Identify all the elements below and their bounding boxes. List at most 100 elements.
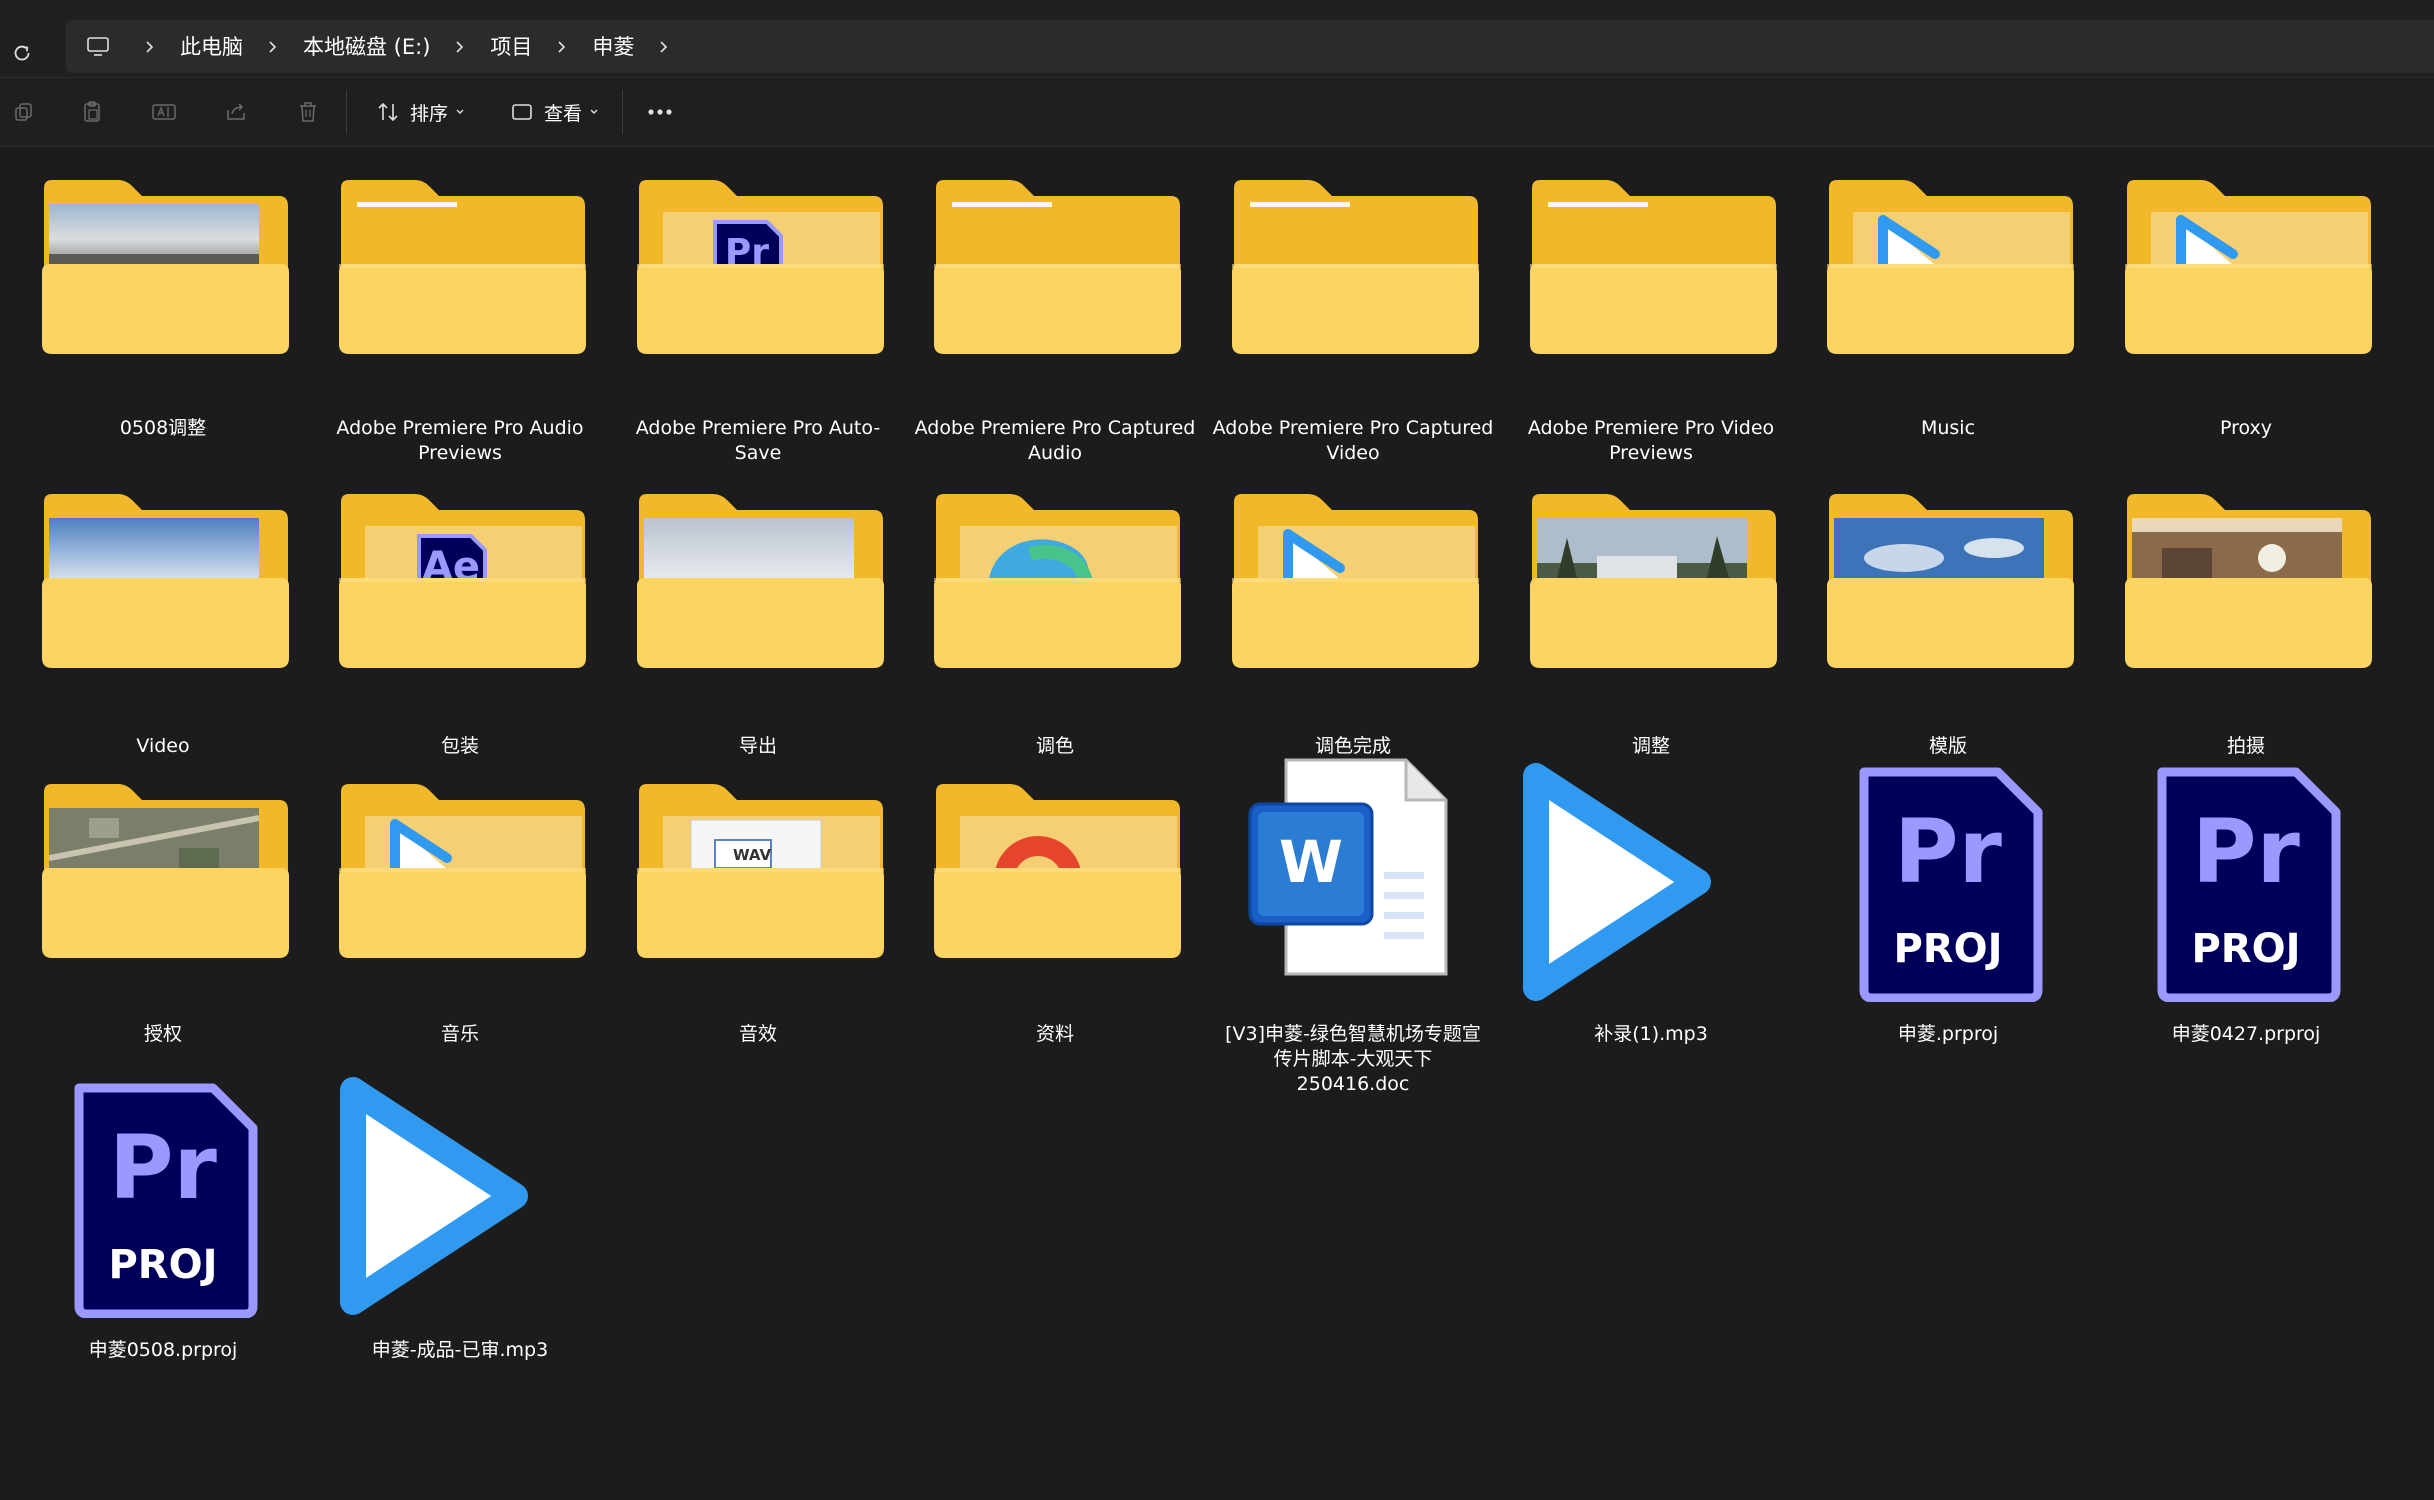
svg-text:Pr: Pr [109, 1116, 217, 1219]
item-label: 申菱0508.prproj [88, 1339, 238, 1361]
audio-play-icon [315, 1077, 605, 1315]
sort-icon [378, 102, 398, 122]
file-item[interactable]: 申菱-成品-已审.mp3 [315, 1077, 605, 1386]
item-label: Adobe Premiere Pro Audio Previews [336, 417, 584, 464]
folder-item[interactable]: WAV 音效 [613, 772, 903, 1072]
folder-icon [1506, 482, 1796, 682]
delete-icon[interactable] [288, 92, 328, 132]
svg-text:Pr: Pr [1894, 800, 2002, 903]
view-button[interactable]: 查看 [500, 92, 610, 132]
folder-item[interactable]: 拍摄 [2101, 482, 2391, 782]
item-label: 申菱.prproj [1897, 1023, 1999, 1045]
svg-text:WAV: WAV [733, 846, 771, 864]
share-icon[interactable] [216, 92, 256, 132]
folder-item[interactable]: 资料 [910, 772, 1200, 1072]
folder-item[interactable]: Adobe Premiere Pro Video Previews [1506, 168, 1796, 468]
item-label: 资料 [1035, 1023, 1074, 1045]
file-item[interactable]: Pr PROJ 申菱0427.prproj [2101, 767, 2391, 1072]
premiere-project-icon: Pr PROJ [1803, 767, 2093, 1003]
item-label: 导出 [738, 735, 777, 757]
rename-icon[interactable] [144, 92, 184, 132]
chevron-right-icon[interactable] [130, 27, 170, 67]
command-bar: 排序 查看 [0, 77, 2434, 147]
breadcrumb-local-disk[interactable]: 本地磁盘 (E:) [293, 27, 440, 67]
svg-text:W: W [1279, 828, 1343, 896]
file-item[interactable]: W [V3]申菱-绿色智慧机场专题宣传片脚本-大观天下 250416.doc [1208, 758, 1498, 1095]
item-label: [V3]申菱-绿色智慧机场专题宣传片脚本-大观天下 250416.doc [1225, 1023, 1481, 1095]
folder-icon [2101, 168, 2391, 368]
item-label: 音乐 [440, 1023, 479, 1045]
word-document-icon: W [1208, 758, 1498, 976]
folder-icon [910, 772, 1200, 972]
chevron-down-icon [456, 109, 464, 114]
folder-item[interactable]: 调色 [910, 482, 1200, 782]
item-label: 授权 [143, 1023, 182, 1045]
toolbar-divider [346, 90, 347, 134]
folder-item[interactable]: Ae 包装 [315, 482, 605, 782]
file-item[interactable]: Pr PROJ 申菱.prproj [1803, 767, 2093, 1072]
premiere-project-icon: Pr PROJ [18, 1083, 308, 1319]
item-label: 申菱0427.prproj [2171, 1023, 2321, 1045]
folder-item[interactable]: 调色完成 [1208, 482, 1498, 782]
folder-icon [315, 168, 605, 368]
folder-item[interactable]: 模版 [1803, 482, 2093, 782]
folder-item[interactable]: 调整 [1506, 482, 1796, 782]
folder-item[interactable]: Pr Adobe Premiere Pro Auto-Save [613, 168, 903, 468]
sort-button[interactable]: 排序 [366, 92, 476, 132]
folder-icon [2101, 482, 2391, 682]
folder-item[interactable]: 0508调整 [18, 168, 308, 468]
item-label: Adobe Premiere Pro Captured Audio [914, 417, 1196, 464]
chevron-right-icon[interactable] [542, 27, 582, 67]
folder-item[interactable]: Adobe Premiere Pro Captured Audio [910, 168, 1200, 468]
chevron-right-icon[interactable] [644, 27, 684, 67]
svg-text:PROJ: PROJ [2191, 926, 2300, 972]
folder-icon [18, 772, 308, 972]
chevron-right-icon[interactable] [253, 27, 293, 67]
chevron-right-icon[interactable] [440, 27, 480, 67]
folder-icon [18, 482, 308, 682]
more-icon[interactable] [640, 92, 680, 132]
refresh-icon[interactable] [6, 37, 38, 69]
chevron-down-icon [590, 109, 598, 114]
computer-icon[interactable] [66, 27, 130, 67]
svg-text:Pr: Pr [2192, 800, 2300, 903]
folder-icon [18, 168, 308, 368]
folder-icon [1803, 482, 2093, 682]
title-strip [0, 0, 2434, 15]
breadcrumb-current-folder[interactable]: 申菱 [582, 27, 644, 67]
item-label: 0508调整 [119, 417, 207, 439]
folder-icon [910, 482, 1200, 682]
folder-item[interactable]: Video [18, 482, 308, 782]
file-item[interactable]: Pr PROJ 申菱0508.prproj [18, 1083, 308, 1386]
folder-item[interactable]: Music [1803, 168, 2093, 468]
folder-icon [910, 168, 1200, 368]
folder-item[interactable]: Adobe Premiere Pro Audio Previews [315, 168, 605, 468]
folder-icon: Ae [315, 482, 605, 682]
folder-icon [1506, 168, 1796, 368]
folder-item[interactable]: Adobe Premiere Pro Captured Video [1208, 168, 1498, 468]
address-bar[interactable]: 此电脑 本地磁盘 (E:) 项目 申菱 [66, 20, 2434, 73]
view-label: 查看 [543, 102, 582, 125]
folder-item[interactable]: Proxy [2101, 168, 2391, 468]
folder-item[interactable]: 导出 [613, 482, 903, 782]
folder-item[interactable]: 音乐 [315, 772, 605, 1072]
paste-icon[interactable] [72, 92, 112, 132]
folder-icon [1208, 168, 1498, 368]
sort-label: 排序 [409, 102, 448, 125]
copy-icon[interactable] [4, 92, 44, 132]
svg-text:PROJ: PROJ [1893, 926, 2002, 972]
item-label: 音效 [738, 1023, 777, 1045]
file-item[interactable]: 补录(1).mp3 [1506, 763, 1796, 1072]
folder-icon [613, 482, 903, 682]
item-label: Adobe Premiere Pro Captured Video [1212, 417, 1494, 464]
breadcrumb-this-pc[interactable]: 此电脑 [170, 27, 253, 67]
item-label: 调色 [1035, 735, 1074, 757]
folder-icon: WAV [613, 772, 903, 972]
file-grid: 0508调整 Adobe Premiere Pro Audio Previews P… [0, 146, 2434, 1500]
view-icon [512, 104, 532, 120]
folder-icon: Pr [613, 168, 903, 368]
folder-item[interactable]: 授权 [18, 772, 308, 1072]
folder-icon [1803, 168, 2093, 368]
folder-icon [315, 772, 605, 972]
breadcrumb-projects[interactable]: 项目 [480, 27, 542, 67]
